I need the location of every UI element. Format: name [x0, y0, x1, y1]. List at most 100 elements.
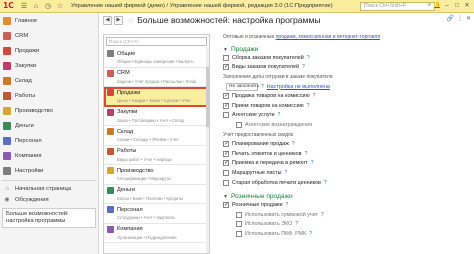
group-retail-header[interactable]: ▼ Розничные продажи: [223, 193, 471, 200]
sidebar-item[interactable]: CRM: [0, 28, 98, 43]
retail-option-row: Использовать ЭКО?: [223, 220, 471, 230]
help-icon[interactable]: ?: [285, 202, 288, 208]
back-button[interactable]: ◀: [103, 15, 112, 25]
setting-label: Виды заказов покупателей: [232, 64, 299, 71]
help-icon[interactable]: ?: [278, 112, 281, 118]
help-icon[interactable]: ?: [311, 160, 314, 166]
intro-link[interactable]: продажи, комиссионная и интернет-торговл…: [276, 34, 380, 40]
favorite-star-icon[interactable]: ☆: [127, 16, 134, 25]
section-icon: [107, 108, 114, 116]
maximize-icon[interactable]: □: [453, 1, 461, 11]
help-icon[interactable]: ?: [292, 141, 295, 147]
settings-section[interactable]: Деньги Кассы • Банк • Платежи • Кредиты: [104, 185, 209, 204]
setting-checkbox[interactable]: [223, 102, 229, 109]
setting-checkbox[interactable]: [223, 159, 229, 167]
settings-section[interactable]: Склад Серии • Склады • Ячейки • Учет: [104, 126, 209, 146]
group-sales-header[interactable]: ▼ Продажи: [223, 46, 471, 53]
close-form-icon[interactable]: ✕: [466, 15, 471, 22]
help-icon[interactable]: ?: [324, 180, 327, 186]
sidebar-item[interactable]: Закупки: [0, 58, 98, 73]
sidebar-item[interactable]: Продажи: [0, 43, 98, 58]
history-icon[interactable]: ◷: [43, 1, 53, 11]
link-icon[interactable]: 🔗: [446, 15, 453, 22]
close-icon[interactable]: ✕: [463, 1, 471, 11]
settings-section[interactable]: Продажи Цены • Скидки • Заказ • Сделки • …: [104, 87, 209, 107]
agent-fee-row: Агентские вознаграждения: [223, 120, 471, 130]
sidebar-item-label: Главное: [15, 17, 38, 24]
agent-fee-checkbox[interactable]: [236, 121, 242, 128]
help-icon[interactable]: ?: [305, 151, 308, 157]
section-icon: [107, 89, 114, 96]
help-icon[interactable]: ?: [261, 84, 264, 90]
help-icon[interactable]: ?: [295, 221, 298, 227]
retail-sales-row: Розничные продажи ?: [223, 200, 471, 210]
retail-option-checkbox[interactable]: [236, 221, 242, 228]
sidebar-item[interactable]: Главное: [0, 13, 98, 28]
section-icon: [3, 16, 11, 25]
section-title: Персонал: [107, 206, 206, 213]
global-search-input[interactable]: Поиск Ctrl+Shift+F: [360, 2, 435, 11]
settings-section[interactable]: CRM Задачи • Учет продаж • Рассылки • Ema…: [104, 68, 209, 87]
help-icon[interactable]: ?: [302, 64, 305, 70]
section-icon: [107, 147, 114, 155]
sidebar-item[interactable]: Склад: [0, 73, 98, 88]
retail-sales-checkbox[interactable]: [223, 201, 229, 209]
setting-checkbox[interactable]: [223, 150, 229, 157]
setting-checkbox[interactable]: [223, 112, 229, 119]
section-title-label: Общие: [117, 50, 136, 57]
settings-section[interactable]: Компания Организации • Подразделения: [104, 224, 209, 243]
help-icon[interactable]: ?: [309, 231, 312, 237]
settings-section[interactable]: Производство Спецификации • Маршруты: [104, 165, 209, 185]
setting-checkbox[interactable]: [223, 92, 229, 100]
setting-row: Печать этикеток и ценников?: [223, 149, 471, 159]
retail-option-checkbox[interactable]: [236, 211, 242, 218]
section-title: Деньги: [107, 186, 206, 194]
section-icon: [107, 69, 114, 77]
settings-section[interactable]: Закупки Заказ • Поставщики • Учет • Склад: [104, 107, 209, 126]
help-icon[interactable]: ?: [307, 55, 310, 61]
setting-row: Сборка заказов покупателей?: [223, 53, 471, 63]
settings-sections-list: Поиск (Ctrl+F) Общие Общие • Единицы изме…: [103, 34, 210, 254]
sidebar-item-label: Работы: [15, 92, 36, 99]
setting-checkbox[interactable]: [223, 169, 229, 176]
fill-date-config-link[interactable]: Настройка не выполнена: [267, 84, 330, 90]
settings-content: Оптовые и розничные продажи, комиссионна…: [223, 34, 471, 254]
sidebar-item[interactable]: Компания: [0, 148, 98, 163]
sidebar-item[interactable]: Производство: [0, 103, 98, 118]
settings-section[interactable]: Работы Виды работ • Учет • Наряды: [104, 146, 209, 165]
help-icon[interactable]: ?: [307, 103, 310, 109]
help-icon[interactable]: ?: [285, 170, 288, 176]
sidebar-item[interactable]: Работы: [0, 88, 98, 103]
start-page-link[interactable]: ⌂ Начальная страница: [0, 183, 98, 194]
sidebar-item[interactable]: Настройки: [0, 163, 98, 178]
section-icon: [3, 46, 11, 55]
more-icon[interactable]: ⋮: [457, 15, 463, 22]
minimize-icon[interactable]: –: [443, 1, 451, 11]
section-icon: [3, 121, 11, 130]
search-icon[interactable]: ⌕: [428, 2, 431, 9]
sections-search-input[interactable]: Поиск (Ctrl+F): [106, 37, 207, 46]
setting-checkbox[interactable]: [223, 54, 229, 61]
settings-section[interactable]: Общие Общие • Единицы измерения • Валюты: [104, 48, 209, 68]
setting-label: Сборка заказов покупателей: [232, 54, 304, 61]
setting-checkbox[interactable]: [223, 63, 229, 71]
fill-date-select[interactable]: Не заполнять: [226, 82, 259, 91]
help-icon[interactable]: ?: [321, 212, 324, 218]
favorites-icon[interactable]: ☆: [55, 1, 65, 11]
forward-button[interactable]: ▶: [114, 15, 123, 25]
section-subtitle: Организации • Подразделения: [117, 234, 177, 240]
home-icon[interactable]: ⌂: [31, 1, 41, 11]
settings-section[interactable]: Персонал Сотрудники • Учет • Зарплата: [104, 204, 209, 224]
setting-checkbox[interactable]: [223, 140, 229, 148]
open-window-card[interactable]: Больше возможностей: настройка программы: [2, 208, 96, 228]
sections-scrollbar[interactable]: [206, 47, 209, 253]
discussions-link[interactable]: ◉ Обсуждения: [0, 194, 98, 205]
sidebar-item[interactable]: Персонал: [0, 133, 98, 148]
notifications-icon[interactable]: 🔔: [433, 1, 441, 11]
sidebar-item[interactable]: Деньги: [0, 118, 98, 133]
retail-option-checkbox[interactable]: [236, 230, 242, 237]
setting-checkbox[interactable]: [223, 179, 229, 186]
help-icon[interactable]: ?: [313, 93, 316, 99]
menu-icon[interactable]: ☰: [19, 1, 29, 11]
sections-panel: Главное CRM Продажи Закупки Склад Работы Произ…: [0, 13, 99, 254]
